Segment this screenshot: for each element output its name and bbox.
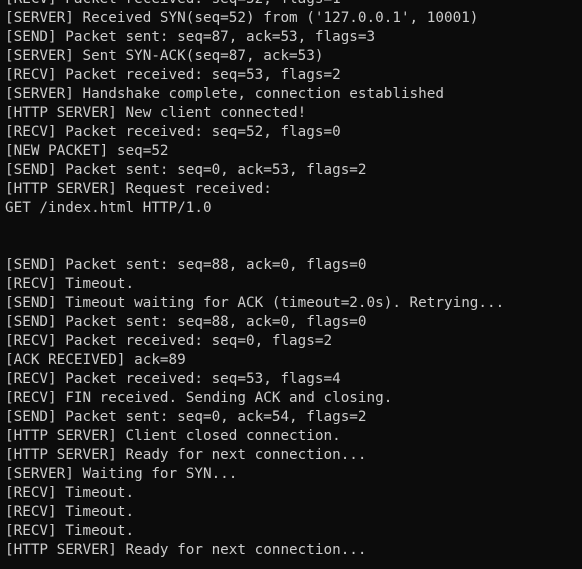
- terminal-line: [RECV] Packet received: seq=52, flags=1: [5, 0, 582, 9]
- terminal-line: [RECV] Packet received: seq=52, flags=0: [5, 124, 341, 140]
- terminal-line: [HTTP SERVER] Request received:: [5, 181, 272, 197]
- terminal-line: [SERVER] Received SYN(seq=52) from ('127…: [5, 10, 479, 26]
- terminal-output[interactable]: [RECV] Packet received: seq=52, flags=1[…: [0, 0, 582, 559]
- terminal-line: [SEND] Packet sent: seq=0, ack=54, flags…: [5, 409, 367, 425]
- terminal-line: [RECV] Timeout.: [5, 523, 135, 539]
- terminal-line: [HTTP SERVER] Ready for next connection.…: [5, 542, 367, 558]
- terminal-line: [NEW PACKET] seq=52: [5, 143, 169, 159]
- terminal-line: [SEND] Packet sent: seq=88, ack=0, flags…: [5, 314, 367, 330]
- terminal-line: [SEND] Packet sent: seq=88, ack=0, flags…: [5, 257, 367, 273]
- terminal-line: [HTTP SERVER] New client connected!: [5, 105, 307, 121]
- terminal-line: [RECV] Timeout.: [5, 485, 135, 501]
- terminal-line: [RECV] Timeout.: [5, 504, 135, 520]
- terminal-line: [RECV] FIN received. Sending ACK and clo…: [5, 390, 393, 406]
- terminal-line: [SERVER] Waiting for SYN...: [5, 466, 238, 482]
- terminal-line: [SEND] Packet sent: seq=0, ack=53, flags…: [5, 162, 367, 178]
- terminal-line: [SEND] Packet sent: seq=87, ack=53, flag…: [5, 29, 376, 45]
- terminal-line: [ACK RECEIVED] ack=89: [5, 352, 186, 368]
- terminal-line: [RECV] Timeout.: [5, 276, 135, 292]
- terminal-line: [HTTP SERVER] Ready for next connection.…: [5, 447, 367, 463]
- terminal-line: [HTTP SERVER] Client closed connection.: [5, 428, 341, 444]
- terminal-line: [RECV] Packet received: seq=0, flags=2: [5, 333, 333, 349]
- terminal-line: [RECV] Packet received: seq=53, flags=2: [5, 67, 341, 83]
- terminal-line: [SEND] Timeout waiting for ACK (timeout=…: [5, 295, 505, 311]
- terminal-line: [SERVER] Handshake complete, connection …: [5, 86, 444, 102]
- terminal-line: [RECV] Packet received: seq=53, flags=4: [5, 371, 341, 387]
- terminal-line: GET /index.html HTTP/1.0: [5, 200, 212, 216]
- terminal-line: [SERVER] Sent SYN-ACK(seq=87, ack=53): [5, 48, 324, 64]
